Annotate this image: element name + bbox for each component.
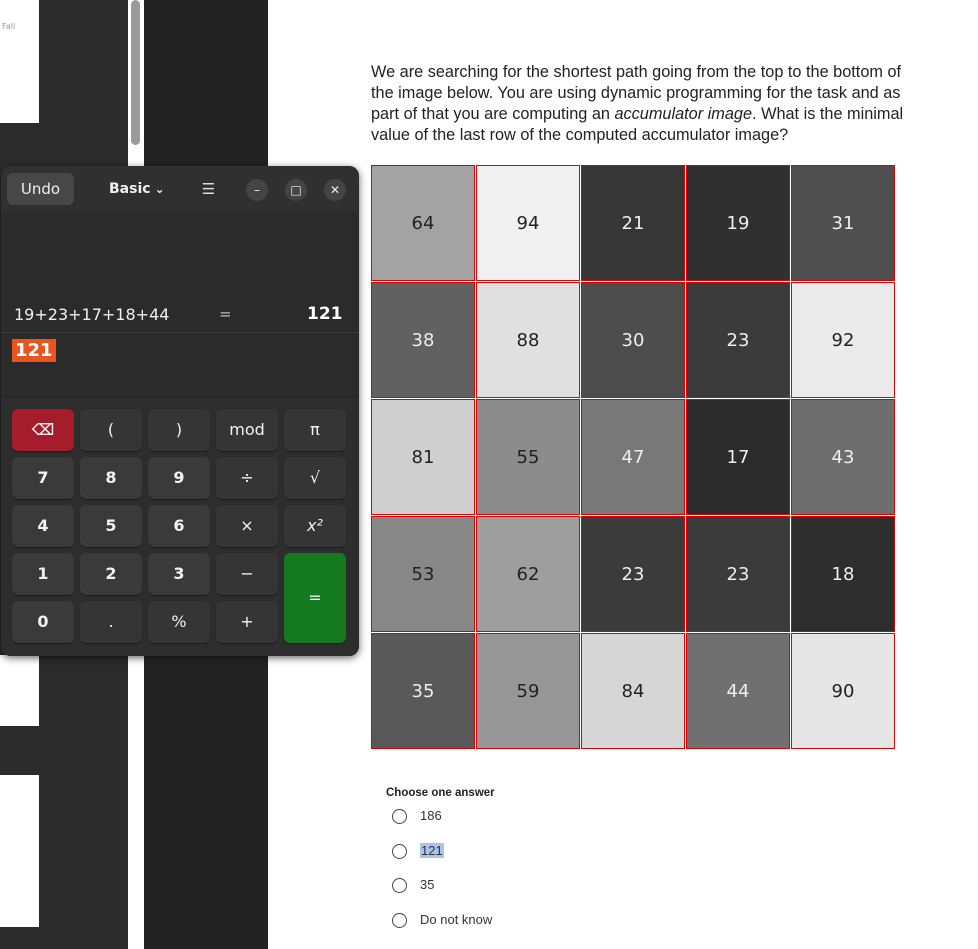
grid-cell: 47 bbox=[581, 399, 685, 515]
grid-cell: 30 bbox=[581, 282, 685, 398]
answer-heading: Choose one answer bbox=[386, 787, 495, 799]
digit-6-button[interactable]: 6 bbox=[148, 505, 210, 547]
digit-2-button[interactable]: 2 bbox=[80, 553, 142, 595]
answer-label[interactable]: Do not know bbox=[420, 912, 492, 927]
page-thumbnail[interactable]: Fall bbox=[0, 0, 39, 123]
close-icon[interactable]: ✕ bbox=[324, 179, 346, 201]
mode-label: Basic bbox=[109, 181, 151, 197]
calculator-window: Undo Basic ⌄ ☰ – □ ✕ 19+23+17+18+44 = 121… bbox=[1, 166, 359, 656]
grid-cell: 64 bbox=[371, 165, 475, 281]
history-display: 19+23+17+18+44 = 121 bbox=[1, 213, 359, 332]
digit-8-button[interactable]: 8 bbox=[80, 457, 142, 499]
answer-label[interactable]: 35 bbox=[420, 877, 434, 892]
digit-9-button[interactable]: 9 bbox=[148, 457, 210, 499]
divide-button[interactable]: ÷ bbox=[216, 457, 278, 499]
scrollbar-thumb[interactable] bbox=[131, 0, 140, 145]
grid-cell: 92 bbox=[791, 282, 895, 398]
grid-cell: 38 bbox=[371, 282, 475, 398]
grid-cell: 43 bbox=[791, 399, 895, 515]
hamburger-icon[interactable]: ☰ bbox=[195, 176, 222, 203]
digit-7-button[interactable]: 7 bbox=[12, 457, 74, 499]
equals-button[interactable]: = bbox=[284, 553, 346, 643]
grid-cell: 88 bbox=[476, 282, 580, 398]
radio-button[interactable] bbox=[392, 844, 407, 859]
radio-button[interactable] bbox=[392, 878, 407, 893]
digit-5-button[interactable]: 5 bbox=[80, 505, 142, 547]
page-thumbnail[interactable] bbox=[0, 655, 39, 726]
pi-button[interactable]: π bbox=[284, 409, 346, 451]
minus-button[interactable]: − bbox=[216, 553, 278, 595]
maximize-icon[interactable]: □ bbox=[285, 179, 307, 201]
history-result[interactable]: 121 bbox=[307, 304, 343, 324]
sqrt-button[interactable]: √ bbox=[284, 457, 346, 499]
question-italic: accumulator image bbox=[614, 105, 753, 123]
grid-cell: 23 bbox=[686, 282, 790, 398]
grid-cell: 21 bbox=[581, 165, 685, 281]
decimal-button[interactable]: . bbox=[80, 601, 142, 643]
answer-label[interactable]: 186 bbox=[420, 808, 442, 823]
grid-cell: 84 bbox=[581, 633, 685, 749]
digit-0-button[interactable]: 0 bbox=[12, 601, 74, 643]
percent-button[interactable]: % bbox=[148, 601, 210, 643]
radio-button[interactable] bbox=[392, 913, 407, 928]
input-value: 121 bbox=[12, 339, 56, 362]
grid-cell: 19 bbox=[686, 165, 790, 281]
grid-cell: 23 bbox=[581, 516, 685, 632]
grid-cell: 35 bbox=[371, 633, 475, 749]
grid-cell: 81 bbox=[371, 399, 475, 515]
image-grid: 64 94 21 19 31 38 88 30 23 92 81 55 47 17 43 53 62 23 23 18… bbox=[371, 165, 898, 751]
grid-cell: 94 bbox=[476, 165, 580, 281]
close-paren-button[interactable]: ) bbox=[148, 409, 210, 451]
digit-1-button[interactable]: 1 bbox=[12, 553, 74, 595]
multiply-button[interactable]: × bbox=[216, 505, 278, 547]
radio-button[interactable] bbox=[392, 809, 407, 824]
grid-cell: 59 bbox=[476, 633, 580, 749]
answer-label[interactable]: 121 bbox=[420, 843, 444, 858]
plus-button[interactable]: + bbox=[216, 601, 278, 643]
grid-cell: 53 bbox=[371, 516, 475, 632]
question-text: We are searching for the shortest path g… bbox=[371, 62, 911, 146]
grid-cell: 90 bbox=[791, 633, 895, 749]
grid-cell: 55 bbox=[476, 399, 580, 515]
undo-button[interactable]: Undo bbox=[7, 173, 74, 205]
input-display[interactable]: 121 bbox=[1, 332, 359, 397]
grid-cell: 17 bbox=[686, 399, 790, 515]
open-paren-button[interactable]: ( bbox=[80, 409, 142, 451]
square-button[interactable]: x² bbox=[284, 505, 346, 547]
history-equals: = bbox=[219, 305, 232, 323]
keypad: ⌫ ( ) mod π 7 8 9 ÷ √ 4 5 6 × x² 1 2 3 −… bbox=[1, 396, 359, 656]
thumbnail-label: Fall bbox=[2, 22, 16, 31]
backspace-button[interactable]: ⌫ bbox=[12, 409, 74, 451]
history-expression[interactable]: 19+23+17+18+44 bbox=[14, 305, 169, 324]
grid-cell: 23 bbox=[686, 516, 790, 632]
chevron-down-icon: ⌄ bbox=[154, 182, 165, 196]
mod-button[interactable]: mod bbox=[216, 409, 278, 451]
page-thumbnail[interactable] bbox=[0, 775, 39, 927]
grid-cell: 62 bbox=[476, 516, 580, 632]
digit-3-button[interactable]: 3 bbox=[148, 553, 210, 595]
mode-selector[interactable]: Basic ⌄ bbox=[109, 174, 175, 204]
grid-cell: 31 bbox=[791, 165, 895, 281]
grid-cell: 18 bbox=[791, 516, 895, 632]
grid-cell: 44 bbox=[686, 633, 790, 749]
digit-4-button[interactable]: 4 bbox=[12, 505, 74, 547]
calculator-header: Undo Basic ⌄ ☰ – □ ✕ bbox=[1, 166, 359, 214]
minimize-icon[interactable]: – bbox=[246, 179, 268, 201]
